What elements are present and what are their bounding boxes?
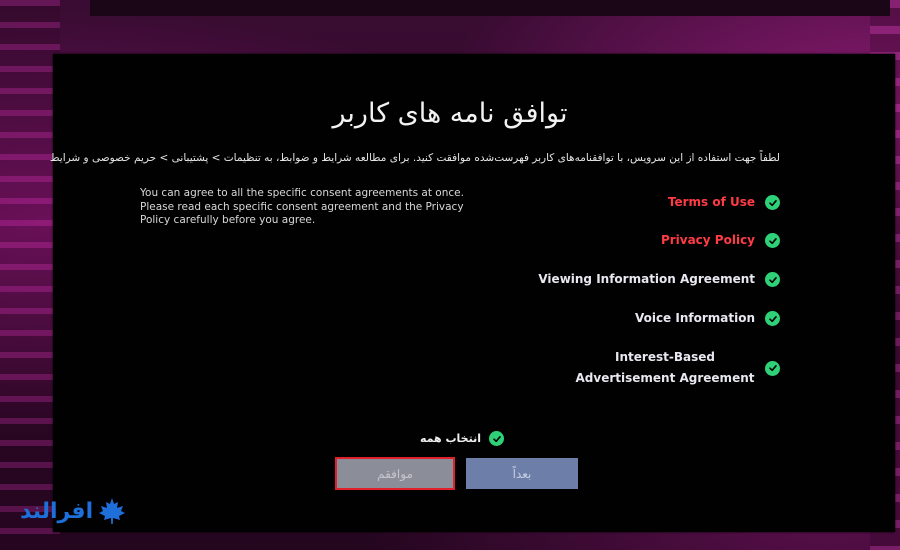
- select-all-toggle[interactable]: انتخاب همه: [420, 431, 505, 446]
- agreement-interest-based-ads[interactable]: Interest-Based Advertisement Agreement: [360, 347, 780, 389]
- watermark-logo: افرالند: [20, 496, 127, 526]
- page-title: توافق نامه های کاربر: [332, 98, 568, 129]
- check-icon[interactable]: [765, 311, 780, 326]
- check-icon[interactable]: [489, 431, 505, 446]
- agreement-label[interactable]: Privacy Policy: [661, 230, 755, 251]
- top-bar: [90, 0, 890, 16]
- agreement-label[interactable]: Interest-Based Advertisement Agreement: [575, 347, 755, 389]
- maple-leaf-icon: [99, 498, 126, 524]
- agreement-voice-information[interactable]: Voice Information: [360, 308, 780, 329]
- agreement-terms-of-use[interactable]: Terms of Use: [360, 192, 780, 213]
- agreement-label[interactable]: Voice Information: [635, 308, 755, 329]
- check-icon[interactable]: [765, 195, 780, 210]
- agreement-label[interactable]: Viewing Information Agreement: [538, 269, 755, 290]
- select-all-label[interactable]: انتخاب همه: [420, 432, 481, 445]
- page-subtitle: لطفاً جهت استفاده از این سرویس، با توافق…: [49, 152, 780, 164]
- later-button[interactable]: بعداً: [466, 458, 578, 489]
- check-icon[interactable]: [765, 360, 780, 376]
- agree-button[interactable]: موافقم: [335, 457, 455, 490]
- agreement-viewing-information[interactable]: Viewing Information Agreement: [360, 269, 780, 290]
- agreement-label[interactable]: Terms of Use: [668, 192, 755, 213]
- check-icon[interactable]: [765, 272, 780, 287]
- check-icon[interactable]: [765, 233, 780, 248]
- watermark-text: افرالند: [20, 498, 94, 524]
- agreement-privacy-policy[interactable]: Privacy Policy: [360, 230, 780, 251]
- background-glitch-left: [0, 0, 60, 550]
